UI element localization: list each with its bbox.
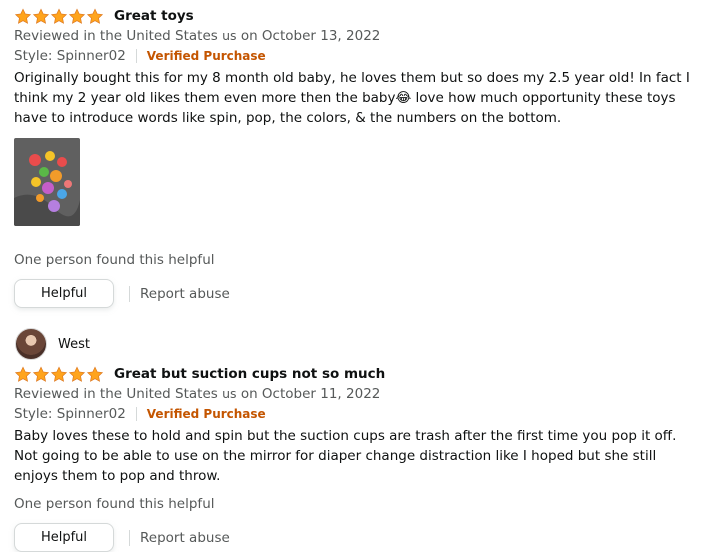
divider	[135, 49, 137, 63]
review-actions: Helpful Report abuse	[14, 279, 704, 308]
star-rating[interactable]	[14, 7, 104, 25]
divider	[129, 285, 130, 302]
star-icon	[32, 365, 50, 382]
divider	[135, 407, 137, 421]
star-icon	[14, 365, 32, 382]
review-2: West Great but suction cups not so much …	[14, 328, 704, 552]
star-icon	[86, 365, 104, 382]
report-abuse-link[interactable]: Report abuse	[140, 286, 230, 302]
report-abuse-link[interactable]: Report abuse	[140, 530, 230, 546]
review-title[interactable]: Great toys	[114, 8, 194, 24]
star-icon	[14, 7, 32, 24]
star-icon	[86, 7, 104, 24]
review-body: Originally bought this for my 8 month ol…	[14, 70, 690, 126]
reviewer-profile[interactable]: West	[14, 328, 704, 360]
review-1: Great toys Reviewed in the United States…	[14, 6, 704, 308]
verified-purchase-badge: Verified Purchase	[146, 49, 266, 63]
review-style-row: Style: Spinner02 Verified Purchase	[14, 404, 704, 424]
review-image-thumbnail[interactable]	[14, 138, 80, 226]
helpful-count: One person found this helpful	[14, 252, 215, 268]
divider	[129, 529, 130, 546]
review-date: Reviewed in the United States us on Octo…	[14, 28, 381, 44]
star-rating[interactable]	[14, 365, 104, 383]
helpful-count: One person found this helpful	[14, 496, 215, 512]
review-title-row: Great but suction cups not so much	[14, 364, 704, 384]
star-icon	[50, 7, 68, 24]
review-style[interactable]: Style: Spinner02	[14, 404, 126, 424]
reviewer-name[interactable]: West	[58, 337, 90, 352]
review-title-row: Great toys	[14, 6, 704, 26]
review-actions: Helpful Report abuse	[14, 523, 704, 552]
helpful-button[interactable]: Helpful	[14, 523, 114, 552]
review-date: Reviewed in the United States us on Octo…	[14, 386, 381, 402]
star-icon	[32, 7, 50, 24]
helpful-button[interactable]: Helpful	[14, 279, 114, 308]
review-style-row: Style: Spinner02 Verified Purchase	[14, 46, 704, 66]
star-icon	[68, 365, 86, 382]
review-style[interactable]: Style: Spinner02	[14, 46, 126, 66]
review-title[interactable]: Great but suction cups not so much	[114, 366, 385, 382]
review-body: Baby loves these to hold and spin but th…	[14, 428, 677, 484]
verified-purchase-badge: Verified Purchase	[146, 407, 266, 421]
star-icon	[68, 7, 86, 24]
star-icon	[50, 365, 68, 382]
avatar[interactable]	[15, 328, 47, 360]
